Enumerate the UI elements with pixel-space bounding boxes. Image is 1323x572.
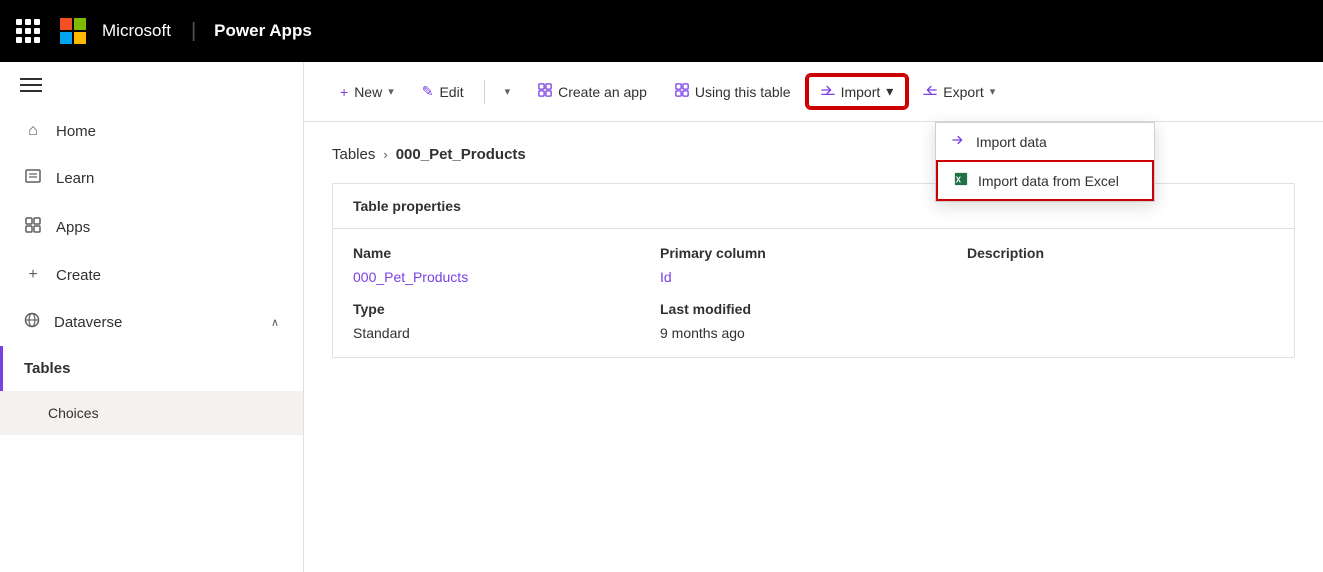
new-chevron-icon: ▾ [388,85,394,98]
import-data-icon [952,133,966,150]
microsoft-label: Microsoft [102,21,171,41]
excel-icon: X [954,172,968,189]
edit-chevron-button[interactable]: ▾ [493,79,523,104]
sidebar-item-create-label: Create [56,267,101,284]
edit-button[interactable]: ✎ Edit [410,77,476,106]
sidebar-item-learn[interactable]: Learn [0,154,303,203]
hamburger-button[interactable] [0,62,303,100]
export-button-label: Export [943,84,983,100]
last-modified-col-header: Last modified [660,301,967,317]
primary-col-value: Id [660,269,967,285]
import-excel-item[interactable]: X Import data from Excel [936,160,1154,201]
import-excel-label: Import data from Excel [978,173,1119,189]
export-chevron-icon: ▾ [990,85,996,98]
using-table-button-label: Using this table [695,84,791,100]
sidebar-item-home-label: Home [56,123,96,140]
learn-icon [24,168,42,189]
import-chevron-icon: ▾ [886,83,893,100]
topbar: Microsoft | Power Apps [0,0,1323,62]
sidebar-item-apps[interactable]: Apps [0,203,303,252]
using-table-icon [675,83,689,100]
type-col-value: Standard [353,325,660,341]
sidebar-item-tables-label: Tables [24,360,70,377]
import-data-label: Import data [976,134,1047,150]
sidebar-item-home[interactable]: ⌂ Home [0,108,303,154]
edit-button-label: Edit [439,84,463,100]
create-icon: + [24,266,42,284]
last-modified-col-value: 9 months ago [660,325,967,341]
sidebar-item-dataverse-label: Dataverse [54,314,122,331]
import-button[interactable]: Import ▾ [807,75,908,108]
home-icon: ⌂ [24,122,42,140]
name-col-header: Name [353,245,660,261]
sidebar-item-choices[interactable]: Choices [0,391,303,435]
apps-icon [24,217,42,238]
new-button[interactable]: + New ▾ [328,78,406,106]
sidebar-nav: ⌂ Home Learn Apps + Create [0,100,303,572]
import-data-item[interactable]: Import data [936,123,1154,160]
using-table-button[interactable]: Using this table [663,77,803,106]
chevron-up-icon: ∧ [271,316,279,329]
svg-text:X: X [956,176,962,185]
breadcrumb-tables-link[interactable]: Tables [332,146,375,163]
topbar-divider: | [191,20,196,43]
description-col-header: Description [967,245,1274,261]
new-button-label: New [354,84,382,100]
toolbar: + New ▾ ✎ Edit ▾ Create an app [304,62,1323,122]
create-app-button[interactable]: Create an app [526,77,659,106]
page-content: Tables › 000_Pet_Products Table properti… [304,122,1323,572]
main-content: + New ▾ ✎ Edit ▾ Create an app [304,62,1323,572]
breadcrumb-current: 000_Pet_Products [396,146,526,163]
primary-col-header: Primary column [660,245,967,261]
edit-chevron-icon: ▾ [505,85,511,98]
sidebar: ⌂ Home Learn Apps + Create [0,62,304,572]
import-button-label: Import [841,84,881,100]
edit-separator [484,80,485,104]
sidebar-item-learn-label: Learn [56,170,94,187]
sidebar-item-tables[interactable]: Tables [0,346,303,391]
sidebar-item-choices-label: Choices [48,405,99,421]
export-button[interactable]: Export ▾ [911,77,1007,106]
dataverse-icon [24,312,40,332]
app-name-label: Power Apps [214,21,312,41]
hamburger-icon [20,78,42,92]
table-properties-panel: Table properties Name 000_Pet_Products P… [332,183,1295,358]
create-app-button-label: Create an app [558,84,647,100]
sidebar-item-apps-label: Apps [56,219,90,236]
sidebar-item-create[interactable]: + Create [0,252,303,298]
breadcrumb-chevron-icon: › [383,147,387,162]
waffle-icon[interactable] [16,19,40,43]
export-icon [923,83,937,100]
name-col-value: 000_Pet_Products [353,269,660,285]
microsoft-logo [60,18,86,44]
import-dropdown: Import data X Import data from Excel [935,122,1155,202]
import-icon [821,83,835,100]
plus-icon: + [340,84,348,100]
table-props-grid: Name 000_Pet_Products Primary column Id … [333,229,1294,357]
edit-icon: ✎ [422,83,434,100]
sidebar-item-dataverse[interactable]: Dataverse ∧ [0,298,303,346]
create-app-icon [538,83,552,100]
type-col-header: Type [353,301,660,317]
